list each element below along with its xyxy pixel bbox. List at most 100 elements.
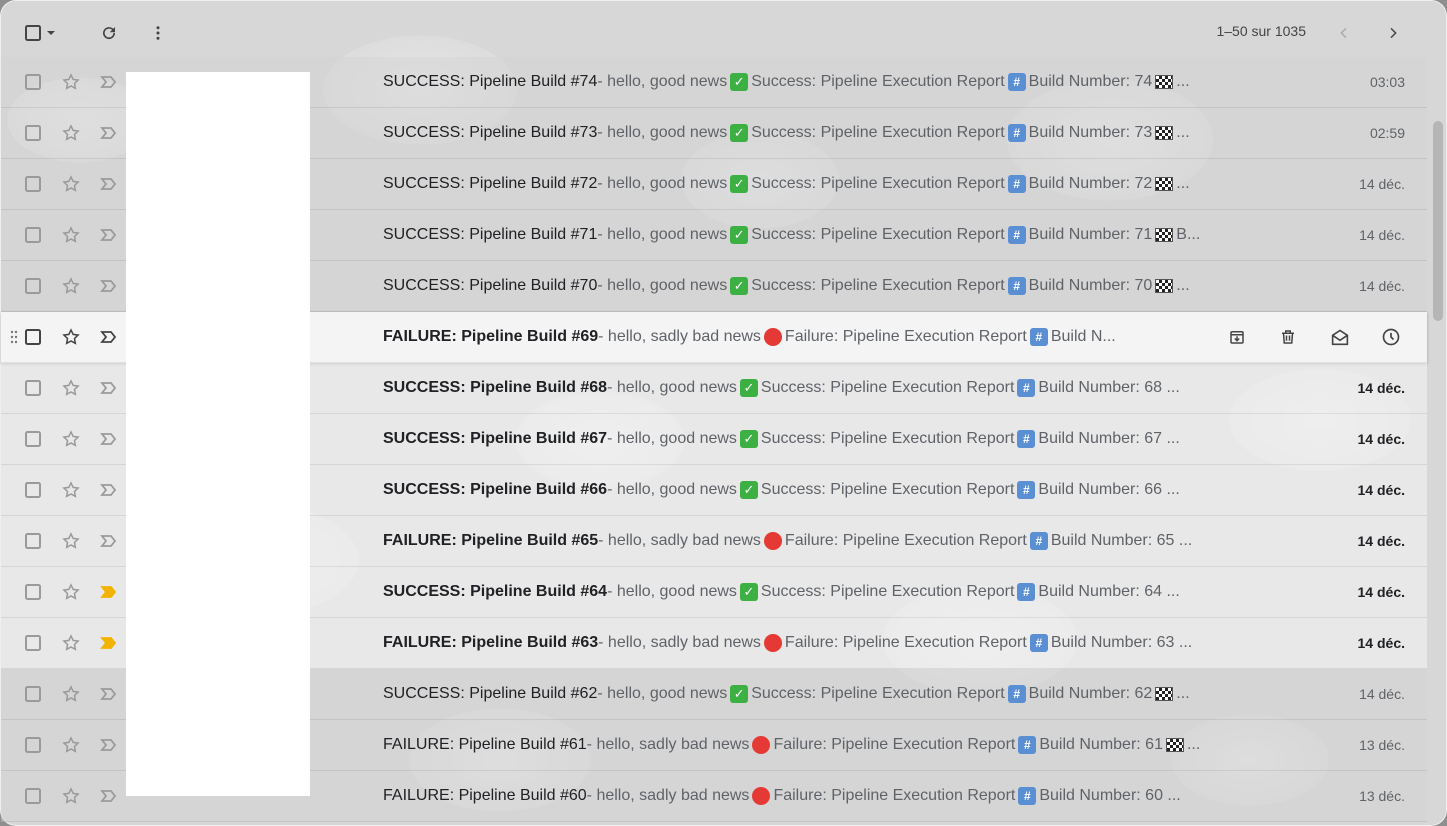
importance-marker[interactable] [97, 108, 121, 158]
importance-marker[interactable] [97, 159, 121, 209]
row-checkbox[interactable] [21, 618, 45, 668]
email-content[interactable]: FAILURE: Pipeline Build #60 - hello, sad… [383, 771, 1283, 821]
row-checkbox[interactable] [21, 465, 45, 515]
star-button[interactable] [59, 57, 83, 107]
importance-marker[interactable] [97, 363, 121, 413]
drag-handle[interactable] [7, 57, 21, 107]
drag-handle[interactable] [7, 312, 21, 362]
email-content[interactable]: SUCCESS: Pipeline Build #71 - hello, goo… [383, 210, 1283, 260]
hash-emoji-icon: # [1018, 787, 1037, 805]
star-button[interactable] [59, 210, 83, 260]
star-button[interactable] [59, 618, 83, 668]
star-button[interactable] [59, 261, 83, 311]
importance-marker[interactable] [97, 516, 121, 566]
mark-read-button[interactable] [1322, 319, 1358, 355]
hash-emoji-icon: # [1017, 379, 1036, 397]
importance-marker[interactable] [97, 720, 121, 770]
drag-handle[interactable] [7, 567, 21, 617]
star-button[interactable] [59, 465, 83, 515]
importance-marker[interactable] [97, 567, 121, 617]
email-snippet-prefix: - hello, good news [597, 124, 728, 141]
importance-marker[interactable] [97, 771, 121, 821]
drag-handle[interactable] [7, 669, 21, 719]
email-content[interactable]: SUCCESS: Pipeline Build #73 - hello, goo… [383, 108, 1283, 158]
drag-handle[interactable] [7, 210, 21, 260]
star-button[interactable] [59, 720, 83, 770]
row-checkbox[interactable] [21, 108, 45, 158]
star-button[interactable] [59, 312, 83, 362]
drag-handle[interactable] [7, 414, 21, 464]
row-checkbox[interactable] [21, 57, 45, 107]
refresh-button[interactable] [91, 15, 127, 51]
star-button[interactable] [59, 414, 83, 464]
email-content[interactable]: SUCCESS: Pipeline Build #62 - hello, goo… [383, 669, 1283, 719]
row-checkbox[interactable] [21, 159, 45, 209]
important-icon [100, 331, 117, 343]
email-content[interactable]: FAILURE: Pipeline Build #63 - hello, sad… [383, 618, 1283, 668]
importance-marker[interactable] [97, 414, 121, 464]
drag-handle[interactable] [7, 108, 21, 158]
importance-marker[interactable] [97, 312, 121, 362]
email-content[interactable]: SUCCESS: Pipeline Build #68 - hello, goo… [383, 363, 1283, 413]
importance-marker[interactable] [97, 669, 121, 719]
row-checkbox[interactable] [21, 516, 45, 566]
checkered-flag-emoji-icon [1155, 75, 1174, 89]
select-dropdown-button[interactable] [41, 15, 61, 51]
drag-handle[interactable] [7, 465, 21, 515]
star-button[interactable] [59, 108, 83, 158]
email-content[interactable]: FAILURE: Pipeline Build #61 - hello, sad… [383, 720, 1283, 770]
checkered-flag-emoji-icon [1155, 228, 1174, 242]
star-button[interactable] [59, 567, 83, 617]
hash-emoji-icon: # [1007, 73, 1026, 91]
email-content[interactable]: SUCCESS: Pipeline Build #66 - hello, goo… [383, 465, 1283, 515]
importance-marker[interactable] [97, 210, 121, 260]
archive-button[interactable] [1219, 319, 1255, 355]
row-checkbox[interactable] [21, 312, 45, 362]
email-content[interactable]: SUCCESS: Pipeline Build #70 - hello, goo… [383, 261, 1283, 311]
email-content[interactable]: SUCCESS: Pipeline Build #64 - hello, goo… [383, 567, 1283, 617]
row-checkbox[interactable] [21, 771, 45, 821]
star-button[interactable] [59, 159, 83, 209]
star-button[interactable] [59, 669, 83, 719]
checkbox-icon [25, 125, 41, 141]
checkered-flag-emoji-icon [1155, 687, 1174, 701]
email-content[interactable]: FAILURE: Pipeline Build #69 - hello, sad… [383, 312, 1197, 362]
drag-handle[interactable] [7, 363, 21, 413]
more-options-button[interactable] [140, 15, 176, 51]
row-checkbox[interactable] [21, 567, 45, 617]
row-checkbox[interactable] [21, 414, 45, 464]
star-button[interactable] [59, 516, 83, 566]
inbox-toolbar: 1–50 sur 1035 [1, 1, 1447, 63]
scrollbar[interactable] [1433, 121, 1443, 321]
next-page-button[interactable] [1375, 15, 1411, 51]
email-date: 13 déc. [1359, 788, 1405, 804]
drag-handle[interactable] [7, 261, 21, 311]
row-checkbox[interactable] [21, 363, 45, 413]
drag-handle[interactable] [7, 720, 21, 770]
check-emoji-icon: ✓ [739, 481, 758, 499]
drag-handle[interactable] [7, 159, 21, 209]
email-content[interactable]: SUCCESS: Pipeline Build #72 - hello, goo… [383, 159, 1283, 209]
star-button[interactable] [59, 363, 83, 413]
importance-marker[interactable] [97, 618, 121, 668]
drag-handle[interactable] [7, 516, 21, 566]
email-content[interactable]: SUCCESS: Pipeline Build #67 - hello, goo… [383, 414, 1283, 464]
drag-handle[interactable] [7, 771, 21, 821]
importance-marker[interactable] [97, 57, 121, 107]
importance-marker[interactable] [97, 465, 121, 515]
email-snippet-prefix: - hello, good news [597, 685, 728, 702]
snooze-button[interactable] [1373, 319, 1409, 355]
checkbox-icon [25, 176, 41, 192]
prev-page-button[interactable] [1326, 15, 1362, 51]
delete-button[interactable] [1270, 319, 1306, 355]
email-subject: SUCCESS: Pipeline Build #67 [383, 430, 608, 447]
row-checkbox[interactable] [21, 261, 45, 311]
row-checkbox[interactable] [21, 720, 45, 770]
email-content[interactable]: FAILURE: Pipeline Build #65 - hello, sad… [383, 516, 1283, 566]
row-checkbox[interactable] [21, 210, 45, 260]
drag-handle[interactable] [7, 618, 21, 668]
row-checkbox[interactable] [21, 669, 45, 719]
star-button[interactable] [59, 771, 83, 821]
email-content[interactable]: SUCCESS: Pipeline Build #74 - hello, goo… [383, 57, 1283, 107]
importance-marker[interactable] [97, 261, 121, 311]
